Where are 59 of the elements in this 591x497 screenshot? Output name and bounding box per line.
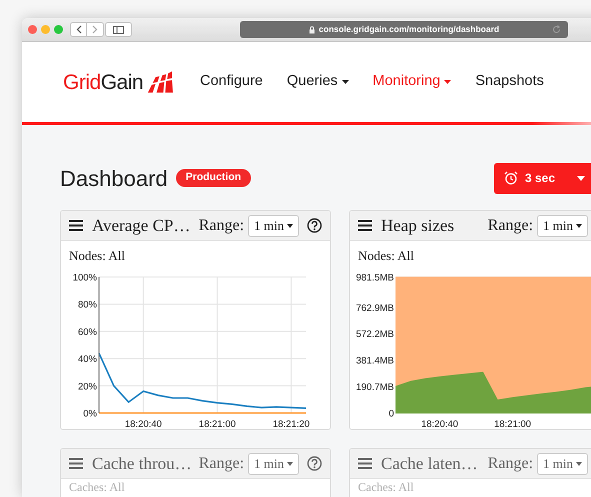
- axis-tick-label: 381.4MB: [356, 356, 394, 367]
- lock-icon: [308, 26, 315, 34]
- axis-tick-label: 18:21:00: [198, 419, 236, 429]
- range-select[interactable]: 1 min: [248, 452, 299, 474]
- range-select[interactable]: 1 min: [537, 214, 588, 236]
- chevron-left-icon: [76, 25, 82, 34]
- sidebar-button[interactable]: [105, 22, 132, 37]
- back-button[interactable]: [70, 22, 87, 37]
- refresh-interval-button[interactable]: 3 sec: [494, 162, 591, 194]
- panel-title: Cache laten…: [381, 452, 478, 475]
- axis-tick-label: 18:20:40: [124, 419, 162, 429]
- url-text: console.gridgain.com/monitoring/dashboard: [318, 23, 500, 36]
- axis-tick-label: 762.9MB: [356, 302, 394, 314]
- axis-tick-label: 18:21:00: [494, 419, 532, 429]
- panel-filter-text: Caches: All: [68, 479, 126, 496]
- nav-link[interactable]: Monitoring: [372, 71, 452, 93]
- panel-title: Average CP…: [92, 214, 190, 237]
- range-select[interactable]: 1 min: [537, 452, 588, 474]
- logo-wordmark[interactable]: GridGain: [63, 72, 144, 93]
- menu-icon[interactable]: [69, 220, 83, 231]
- sidebar-icon: [113, 26, 124, 34]
- axis-tick-label: 100%: [72, 272, 97, 284]
- range-label: Range:: [488, 216, 534, 236]
- panel-title: Cache throu…: [92, 452, 192, 475]
- panel-title: Heap sizes: [381, 214, 454, 237]
- nav-link[interactable]: Queries: [286, 71, 349, 93]
- axis-tick-label: 572.2MB: [356, 329, 394, 340]
- range-select[interactable]: 1 min: [248, 214, 299, 236]
- axis-tick-label: 190.7MB: [356, 382, 394, 394]
- address-bar[interactable]: console.gridgain.com/monitoring/dashboard: [240, 21, 568, 38]
- panel-filter-text: Nodes: All: [357, 247, 415, 263]
- axis-tick-label: 981.5MB: [356, 272, 394, 284]
- help-icon[interactable]: [307, 218, 322, 233]
- caret-icon: [577, 176, 586, 180]
- axis-tick-label: 0: [388, 408, 394, 420]
- caret-icon: [287, 224, 293, 228]
- axis-tick-label: 20%: [78, 381, 97, 392]
- caret-icon: [287, 462, 293, 466]
- page-title: Dashboard: [60, 164, 168, 192]
- nav-link[interactable]: Configure: [200, 71, 263, 93]
- range-label: Range:: [198, 216, 244, 236]
- axis-tick-label: 40%: [78, 354, 97, 366]
- environment-badge: Production: [176, 169, 252, 187]
- axis-tick-label: 0%: [83, 408, 97, 420]
- nav-link[interactable]: Snapshots: [475, 71, 544, 93]
- caret-icon: [576, 462, 582, 466]
- axis-tick-label: 18:20:40: [421, 419, 458, 429]
- panel-filter-text: Caches: All: [357, 479, 415, 496]
- caret-icon: [576, 224, 582, 228]
- axis-tick-label: 18:21:20: [272, 419, 310, 429]
- panel-filter-text: Nodes: All: [68, 247, 126, 263]
- menu-icon[interactable]: [358, 220, 372, 231]
- range-label: Range:: [198, 454, 244, 474]
- range-label: Range:: [488, 454, 534, 474]
- close-window-icon[interactable]: [28, 25, 37, 34]
- chevron-right-icon: [92, 25, 98, 34]
- axis-tick-label: 60%: [78, 326, 97, 338]
- alarm-clock-icon: [504, 171, 518, 185]
- axis-tick-label: 80%: [78, 300, 97, 311]
